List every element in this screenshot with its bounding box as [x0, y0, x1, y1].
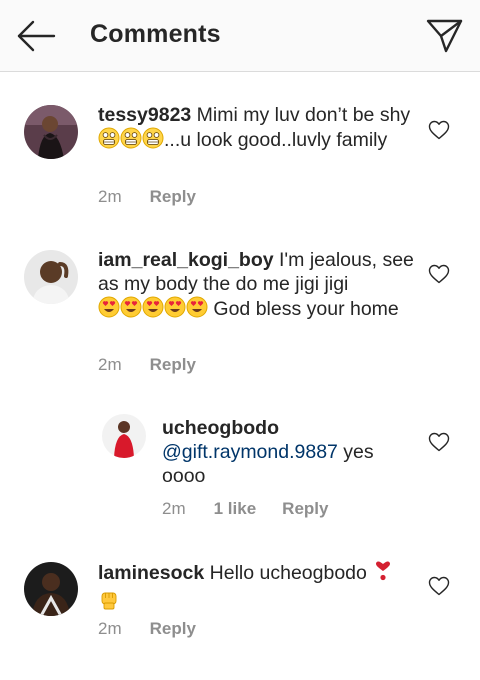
avatar[interactable] — [24, 562, 78, 616]
comment-body: Mimi my luv don’t be shy — [191, 104, 411, 126]
comment-body-continued: ...u look good..luvly family — [164, 129, 388, 151]
comment-body-continued: God bless your home — [208, 298, 399, 320]
heart-eyes-emoji — [98, 296, 120, 324]
comment-text: tessy9823 Mimi my luv don’t be shy ...u l… — [98, 103, 418, 155]
comment-username[interactable]: iam_real_kogi_boy — [98, 249, 274, 271]
raised-fist-emoji — [98, 588, 120, 616]
comment-reply-item: ucheogbodo @gift.raymond.9887 yes oooo 2m… — [0, 404, 480, 534]
grimacing-face-emoji — [120, 127, 142, 155]
comment-meta: 2m Reply — [98, 619, 196, 639]
like-button[interactable] — [428, 120, 450, 140]
direct-message-button[interactable] — [424, 16, 464, 56]
comment-body: Hello ucheogbodo — [204, 562, 373, 584]
grimacing-face-emoji — [142, 127, 164, 155]
heart-eyes-emoji — [186, 296, 208, 324]
back-button[interactable] — [16, 18, 56, 54]
comment-username[interactable]: laminesock — [98, 562, 204, 584]
comment-timestamp: 2m — [98, 619, 122, 638]
grimacing-face-emoji — [98, 127, 120, 155]
page-title: Comments — [90, 20, 221, 48]
heart-eyes-emoji — [120, 296, 142, 324]
reply-button[interactable]: Reply — [282, 499, 328, 519]
comment-meta: 2m 1 like Reply — [162, 499, 328, 519]
header-bar: Comments — [0, 0, 480, 72]
like-button[interactable] — [428, 576, 450, 596]
comment-item: iam_real_kogi_boy I'm jealous, see as my… — [0, 236, 480, 386]
reply-button[interactable]: Reply — [150, 187, 196, 207]
comment-item: laminesock Hello ucheogbodo 2m Reply — [0, 548, 480, 658]
comment-meta: 2m Reply — [98, 187, 196, 207]
comment-username[interactable]: tessy9823 — [98, 104, 191, 126]
like-button[interactable] — [428, 264, 450, 284]
heart-eyes-emoji — [142, 296, 164, 324]
mention-link[interactable]: @gift.raymond.9887 — [162, 441, 338, 463]
comment-text: laminesock Hello ucheogbodo — [98, 560, 398, 616]
avatar[interactable] — [24, 250, 78, 304]
avatar[interactable] — [102, 414, 146, 458]
paper-plane-icon — [426, 19, 463, 53]
heart-exclamation-emoji — [372, 560, 394, 588]
reply-button[interactable]: Reply — [150, 619, 196, 639]
comment-item: tessy9823 Mimi my luv don’t be shy ...u l… — [0, 92, 480, 222]
reply-button[interactable]: Reply — [150, 355, 196, 375]
avatar[interactable] — [24, 105, 78, 159]
likes-count[interactable]: 1 like — [214, 499, 257, 519]
comment-username[interactable]: ucheogbodo — [162, 417, 279, 439]
comment-timestamp: 2m — [98, 355, 122, 374]
like-button[interactable] — [428, 432, 450, 452]
heart-outline-icon — [428, 576, 450, 596]
comment-text: iam_real_kogi_boy I'm jealous, see as my… — [98, 248, 418, 324]
comment-timestamp: 2m — [98, 187, 122, 206]
heart-outline-icon — [428, 120, 450, 140]
heart-eyes-emoji — [164, 296, 186, 324]
arrow-left-icon — [17, 20, 56, 52]
comment-text: ucheogbodo @gift.raymond.9887 yes oooo — [162, 416, 412, 488]
comment-timestamp: 2m — [162, 499, 186, 518]
comment-meta: 2m Reply — [98, 355, 196, 375]
heart-outline-icon — [428, 264, 450, 284]
heart-outline-icon — [428, 432, 450, 452]
